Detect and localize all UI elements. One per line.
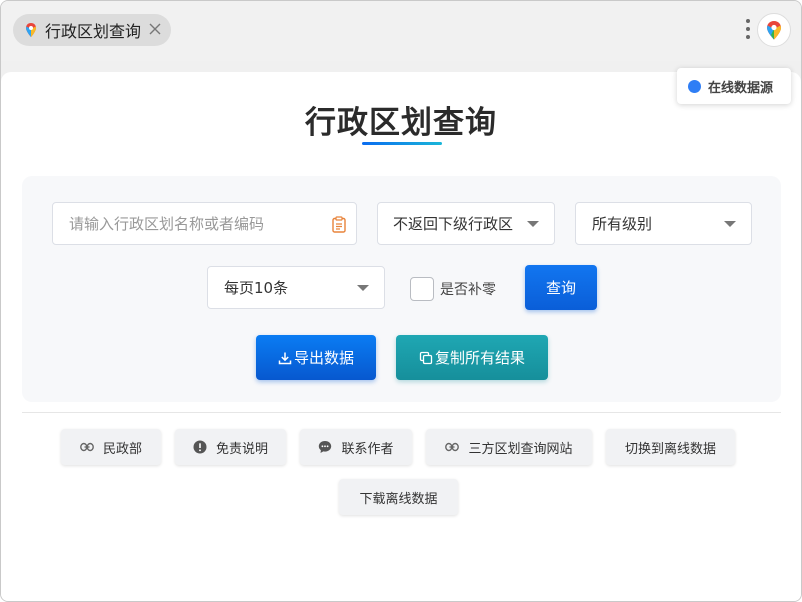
page-size-select-value: 每页10条 xyxy=(224,279,289,297)
zero-pad-option[interactable]: 是否补零 xyxy=(410,277,496,301)
copy-all-button-label: 复制所有结果 xyxy=(434,349,525,367)
page-size-select[interactable]: 每页10条 xyxy=(207,266,385,309)
zero-pad-label: 是否补零 xyxy=(440,282,496,298)
link-third-party-sites[interactable]: 三方区划查询网站 xyxy=(426,429,592,465)
chevron-down-icon xyxy=(724,221,736,227)
copy-all-button[interactable]: 复制所有结果 xyxy=(396,335,548,380)
link-disclaimer[interactable]: 免责说明 xyxy=(175,429,286,465)
close-icon[interactable] xyxy=(147,22,163,38)
map-pin-logo-icon xyxy=(26,23,36,37)
page-title: 行政区划查询 xyxy=(305,105,497,141)
query-button-label: 查询 xyxy=(545,279,576,297)
title-bar: 行政区划查询 xyxy=(1,1,801,61)
extension-button[interactable] xyxy=(757,13,791,47)
title-underline xyxy=(362,142,442,145)
link-minzheng[interactable]: 民政部 xyxy=(61,429,161,465)
query-button[interactable]: 查询 xyxy=(525,265,597,310)
switch-offline-button[interactable]: 切换到离线数据 xyxy=(606,429,735,465)
data-source-label: 在线数据源 xyxy=(708,80,774,96)
subordinate-select-value: 不返回下级行政区 xyxy=(393,215,514,233)
link-contact-author-label: 联系作者 xyxy=(341,441,394,457)
copy-icon xyxy=(419,351,433,364)
chevron-down-icon xyxy=(357,285,369,291)
tab-active[interactable]: 行政区划查询 xyxy=(13,14,171,46)
link-icon xyxy=(80,442,94,452)
download-offline-button[interactable]: 下载离线数据 xyxy=(339,479,458,515)
chat-bubble-icon xyxy=(318,440,332,454)
tab-title: 行政区划查询 xyxy=(45,22,142,41)
more-options-icon[interactable] xyxy=(740,17,756,41)
level-select-value: 所有级别 xyxy=(592,215,653,233)
download-offline-label: 下载离线数据 xyxy=(359,491,438,507)
subordinate-select[interactable]: 不返回下级行政区 xyxy=(377,202,555,245)
download-icon xyxy=(278,352,292,364)
export-button[interactable]: 导出数据 xyxy=(256,335,376,380)
online-status-dot xyxy=(688,79,701,93)
clipboard-icon[interactable] xyxy=(332,216,346,233)
zero-pad-checkbox[interactable] xyxy=(410,277,434,301)
link-icon xyxy=(445,442,460,452)
link-minzheng-label: 民政部 xyxy=(102,441,142,457)
exclamation-circle-icon xyxy=(193,440,207,454)
export-button-label: 导出数据 xyxy=(293,349,354,367)
link-disclaimer-label: 免责说明 xyxy=(215,441,268,457)
link-contact-author[interactable]: 联系作者 xyxy=(300,429,412,465)
divider xyxy=(22,412,781,413)
chevron-down-icon xyxy=(527,221,539,227)
level-select[interactable]: 所有级别 xyxy=(575,202,752,245)
map-pin-logo-icon xyxy=(767,21,781,40)
link-third-party-sites-label: 三方区划查询网站 xyxy=(468,441,573,457)
switch-offline-label: 切换到离线数据 xyxy=(624,441,716,457)
search-input-wrapper[interactable] xyxy=(52,202,357,245)
app-window: 行政区划查询 在线数据源 行政区划查询 请输入行政区划名称或者编码 不返回下级行… xyxy=(0,0,802,602)
search-input[interactable] xyxy=(69,214,319,233)
